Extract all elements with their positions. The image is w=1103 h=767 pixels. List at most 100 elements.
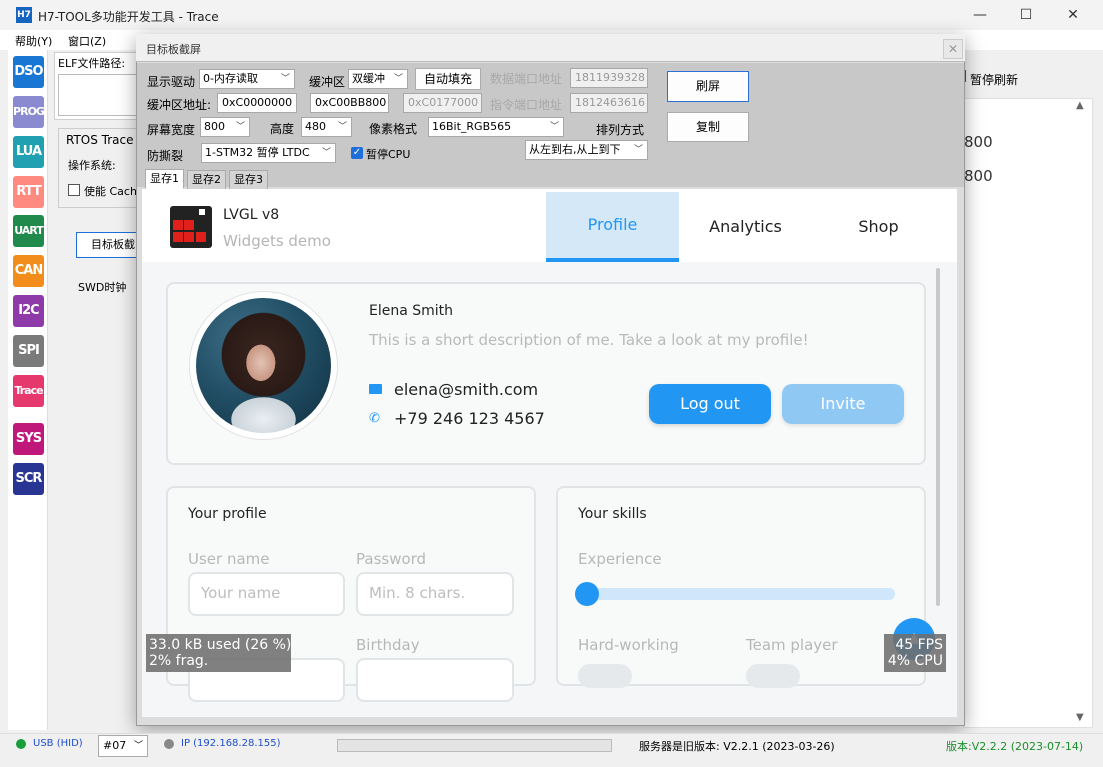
tool-button-prog[interactable]: PROG: [13, 96, 45, 128]
tab-framebuffer-2[interactable]: 显存2: [187, 170, 226, 190]
tool-button-i2c[interactable]: I2C: [13, 295, 44, 327]
screen-width-select[interactable]: 800 ﹀: [200, 117, 250, 137]
menu-help[interactable]: 帮助(Y): [15, 33, 52, 49]
buffer-address-2-input[interactable]: 0xC00BB800: [310, 93, 389, 113]
experience-slider-knob[interactable]: [575, 582, 599, 606]
cache-checkbox[interactable]: [68, 184, 80, 196]
ip-status: IP (192.168.28.155): [181, 738, 281, 749]
tab-framebuffer-1[interactable]: 显存1: [145, 169, 184, 189]
dialog-title: 目标板截屏: [146, 43, 201, 56]
tab-analytics[interactable]: Analytics: [679, 192, 812, 262]
tool-button-scr[interactable]: SCR: [13, 463, 44, 495]
scroll-down-icon[interactable]: ▼: [1076, 712, 1084, 723]
pause-refresh-label: 暂停刷新: [970, 73, 1019, 87]
tool-button-dso[interactable]: DSO: [13, 56, 44, 88]
cmd-port-label: 指令端口地址: [490, 98, 563, 112]
team-player-label: Team player: [746, 636, 838, 654]
memory-monitor: 33.0 kB used (26 %) 2% frag.: [146, 634, 291, 672]
chevron-down-icon: ﹀: [235, 122, 245, 132]
chevron-down-icon: ﹀: [633, 145, 643, 155]
screen-width-value: 800: [204, 120, 225, 133]
cmd-port-input[interactable]: 1812463616: [570, 93, 648, 113]
hard-working-switch[interactable]: [578, 664, 632, 688]
tool-button-lua[interactable]: LUA: [13, 136, 44, 168]
cpu-value: 4% CPU: [887, 653, 943, 669]
birthday-input[interactable]: [356, 658, 514, 702]
email-icon: [369, 384, 382, 394]
buffer-address-1-input[interactable]: 0xC0000000: [217, 93, 297, 113]
pause-cpu-checkbox[interactable]: ✓: [351, 147, 363, 159]
display-driver-label: 显示驱动: [147, 75, 196, 89]
data-port-label: 数据端口地址: [490, 72, 563, 86]
progress-bar: [337, 739, 612, 752]
maximize-button[interactable]: ☐: [1003, 0, 1049, 30]
dialog-close-button[interactable]: ✕: [943, 39, 963, 59]
tool-button-sys[interactable]: SYS: [13, 423, 44, 455]
height-select[interactable]: 480 ﹀: [301, 117, 352, 137]
close-button[interactable]: ✕: [1050, 0, 1096, 30]
tool-button-uart[interactable]: UART: [13, 215, 44, 247]
pixel-format-label: 像素格式: [369, 122, 418, 136]
tool-button-trace[interactable]: Trace: [13, 375, 44, 407]
logout-button[interactable]: Log out: [649, 384, 771, 424]
scroll-up-icon[interactable]: ▲: [1076, 100, 1084, 111]
rtos-trace-label: RTOS Trace: [66, 133, 134, 147]
tool-button-rtt[interactable]: RTT: [13, 176, 44, 208]
experience-label: Experience: [578, 550, 662, 568]
chevron-down-icon: ﹀: [549, 122, 559, 132]
pixel-format-select[interactable]: 16Bit_RGB565 ﹀: [428, 117, 564, 137]
tool-button-can[interactable]: CAN: [13, 255, 44, 287]
team-player-switch[interactable]: [746, 664, 800, 688]
server-version: 服务器是旧版本: V2.2.1 (2023-03-26): [639, 740, 835, 753]
lvgl-title: LVGL v8: [223, 207, 280, 223]
tool-button-spi[interactable]: SPI: [13, 335, 44, 367]
pixel-format-value: 16Bit_RGB565: [432, 120, 512, 133]
password-input[interactable]: Min. 8 chars.: [356, 572, 514, 616]
buffer-address-3-input[interactable]: 0xC0177000: [403, 93, 482, 113]
elf-path-input[interactable]: [58, 74, 138, 116]
screen-width-label: 屏幕宽度: [147, 123, 196, 137]
trace-output-panel: [963, 98, 1093, 728]
cache-label: 使能 Cach: [84, 185, 137, 198]
memory-used: 33.0 kB used (26 %): [149, 637, 292, 653]
anti-tearing-value: 1-STM32 暂停 LTDC: [205, 146, 310, 159]
buffer-label: 缓冲区: [309, 75, 346, 89]
lvgl-subtitle: Widgets demo: [223, 232, 331, 250]
refresh-screen-button[interactable]: 刷屏: [667, 71, 749, 102]
chevron-down-icon: ﹀: [393, 74, 403, 84]
minimize-button[interactable]: —: [957, 0, 1003, 30]
target-screenshot-button[interactable]: 目标板截: [76, 232, 138, 258]
anti-tearing-select[interactable]: 1-STM32 暂停 LTDC ﹀: [201, 143, 336, 163]
order-select[interactable]: 从左到右,从上到下 ﹀: [525, 140, 648, 160]
order-label: 排列方式: [596, 123, 645, 137]
invite-button[interactable]: Invite: [782, 384, 904, 424]
autofill-button[interactable]: 自动填充: [415, 68, 481, 90]
menu-window[interactable]: 窗口(Z): [68, 33, 106, 49]
screen-scrollbar[interactable]: [936, 268, 940, 606]
chevron-down-icon: ﹀: [280, 74, 290, 84]
data-port-input[interactable]: 1811939328: [570, 68, 648, 88]
buffer-select[interactable]: 双缓冲 ﹀: [348, 69, 408, 89]
fps-value: 45 FPS: [895, 637, 943, 653]
display-driver-select[interactable]: 0-内存读取 ﹀: [199, 69, 295, 89]
tab-shop[interactable]: Shop: [812, 192, 945, 262]
memory-frag: 2% frag.: [149, 653, 209, 669]
device-select[interactable]: #07 ﹀: [98, 735, 148, 757]
tab-framebuffer-3[interactable]: 显存3: [229, 170, 268, 190]
app-version: 版本:V2.2.2 (2023-07-14): [946, 740, 1084, 753]
swd-clock-label: SWD时钟: [78, 281, 127, 294]
display-driver-value: 0-内存读取: [203, 72, 258, 85]
buffer-address-label: 缓冲区地址:: [147, 98, 212, 112]
phone-icon: ✆: [369, 411, 380, 426]
copy-button[interactable]: 复制: [667, 112, 749, 142]
profile-phone: +79 246 123 4567: [394, 409, 545, 428]
experience-slider[interactable]: [578, 588, 895, 600]
profile-email: elena@smith.com: [394, 380, 539, 399]
user-name-input[interactable]: Your name: [188, 572, 345, 616]
your-profile-title: Your profile: [188, 506, 267, 522]
chevron-down-icon: ﹀: [321, 148, 331, 158]
trace-value: 800: [964, 133, 993, 151]
usb-status-icon: [16, 739, 26, 749]
tab-profile[interactable]: Profile: [546, 192, 679, 262]
password-label: Password: [356, 550, 427, 568]
